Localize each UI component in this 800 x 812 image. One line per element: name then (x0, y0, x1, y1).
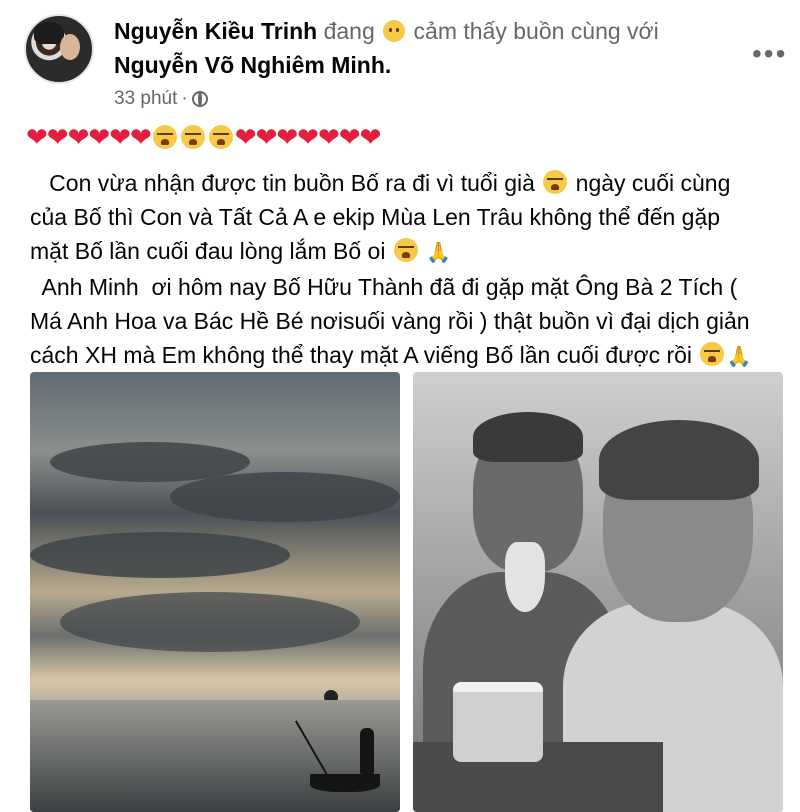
author-avatar[interactable] (24, 14, 94, 84)
red-heart-icon: ❤ (359, 122, 382, 152)
red-heart-icon: ❤ (297, 122, 319, 152)
jar-object (453, 682, 543, 762)
red-heart-icon: ❤ (276, 122, 298, 152)
body-text-segment: ngày cuối cùng (569, 170, 731, 196)
author-line: Nguyễn Kiều Trinh đang cảm thấy buồn cùn… (114, 16, 659, 46)
boat-silhouette (310, 774, 380, 792)
globe-icon[interactable] (191, 91, 208, 107)
more-options-button[interactable]: ••• (752, 38, 787, 70)
red-heart-icon: ❤ (317, 122, 340, 152)
body-text-segment: Con vừa nhận được tin buồn Bố ra đi vì t… (30, 170, 542, 196)
crying-face-icon (393, 238, 418, 262)
feeling-prefix: đang (323, 18, 375, 44)
photo-sunset[interactable] (30, 372, 400, 812)
cloud-shape (60, 592, 360, 652)
red-heart-icon: ❤ (67, 122, 90, 152)
man-beard (505, 542, 545, 612)
body-line: của Bố thì Con và Tất Cả A e ekip Mùa Le… (30, 204, 721, 230)
man-hair (473, 412, 583, 462)
body-line: cách XH mà Em không thể thay mặt A viếng… (30, 338, 790, 374)
red-heart-icon: ❤ (88, 122, 110, 152)
crying-face-icon (543, 170, 568, 194)
crying-face-icon (700, 342, 725, 366)
tagged-suffix: . (384, 52, 392, 78)
red-heart-icon: ❤ (109, 122, 131, 152)
red-heart-icon: ❤ (129, 122, 152, 152)
red-heart-icon: ❤ (46, 122, 69, 152)
tagged-user[interactable]: Nguyễn Võ Nghiêm Minh (114, 52, 385, 78)
post-time[interactable]: 33 phút (114, 88, 177, 110)
photo-elderly-couple[interactable] (413, 372, 783, 812)
author-name[interactable]: Nguyễn Kiều Trinh (114, 18, 317, 44)
feeling-text: cảm thấy buồn cùng với (413, 18, 659, 44)
body-line: Con vừa nhận được tin buồn Bố ra đi vì t… (30, 166, 790, 200)
post-body: Con vừa nhận được tin buồn Bố ra đi vì t… (30, 166, 790, 374)
crying-face-icon (152, 125, 177, 149)
cloud-shape (30, 532, 290, 578)
red-heart-icon: ❤ (26, 122, 48, 152)
river-water (30, 700, 400, 812)
red-heart-icon: ❤ (338, 122, 361, 152)
red-heart-icon: ❤ (255, 122, 278, 152)
body-line: mặt Bố lần cuối đau lòng lắm Bố oi 🙏 (30, 234, 790, 270)
body-line: Anh Minh ơi hôm nay Bố Hữu Thành đã đi g… (30, 274, 738, 300)
avatar-face (60, 34, 80, 60)
body-text-segment: cách XH mà Em không thể thay mặt A viếng… (30, 342, 699, 368)
post-header: Nguyễn Kiều Trinh đang cảm thấy buồn cùn… (24, 10, 787, 110)
avatar-hair (34, 22, 64, 44)
meta-separator: · (181, 88, 188, 109)
woman-hair (599, 420, 759, 500)
sad-face-icon (383, 20, 406, 42)
crying-face-icon (180, 125, 205, 149)
boatman-silhouette (360, 728, 374, 774)
folded-hands-icon: 🙏 (426, 242, 452, 264)
tagged-line: Nguyễn Võ Nghiêm Minh. (114, 50, 391, 80)
body-text-segment: mặt Bố lần cuối đau lòng lắm Bố oi (30, 238, 392, 264)
body-line: Má Anh Hoa va Bác Hề Bé nơisuối vàng rồi… (30, 308, 750, 334)
crying-face-icon (208, 125, 233, 149)
cloud-shape (170, 472, 400, 522)
folded-hands-icon: 🙏 (726, 346, 752, 368)
post-meta: 33 phút · (114, 88, 208, 110)
red-heart-icon: ❤ (234, 122, 257, 152)
emoji-row: ❤❤❤❤❤❤ ❤❤❤❤❤❤❤ (26, 122, 382, 152)
